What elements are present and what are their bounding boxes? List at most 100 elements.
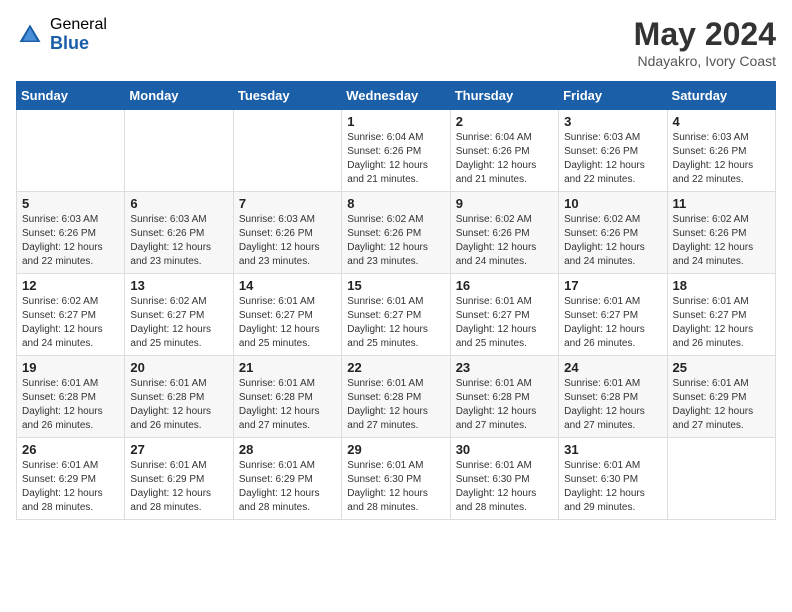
calendar-cell: 24 Sunrise: 6:01 AM Sunset: 6:28 PM Dayli…: [559, 356, 667, 438]
day-number: 11: [673, 196, 770, 211]
day-number: 22: [347, 360, 444, 375]
weekday-header: Tuesday: [233, 82, 341, 110]
month-year: May 2024: [634, 16, 776, 53]
day-info: Sunrise: 6:01 AM Sunset: 6:28 PM Dayligh…: [239, 377, 336, 433]
calendar-week-row: 26Sunrise: 6:01 AM Sunset: 6:29 PM Dayli…: [17, 438, 776, 520]
calendar-cell: 17Sunrise: 6:01 AM Sunset: 6:27 PM Dayli…: [559, 274, 667, 356]
day-info: Sunrise: 6:01 AM Sunset: 6:28 PM Dayligh…: [22, 377, 119, 433]
day-number: 20: [130, 360, 227, 375]
day-info: Sunrise: 6:02 AM Sunset: 6:26 PM Dayligh…: [673, 213, 770, 269]
calendar-cell: 15Sunrise: 6:01 AM Sunset: 6:27 PM Dayli…: [342, 274, 450, 356]
day-info: Sunrise: 6:01 AM Sunset: 6:30 PM Dayligh…: [564, 459, 661, 515]
weekday-header: Friday: [559, 82, 667, 110]
calendar-cell: 2 Sunrise: 6:04 AM Sunset: 6:26 PM Daylig…: [450, 110, 558, 192]
day-number: 19: [22, 360, 119, 375]
day-info: Sunrise: 6:01 AM Sunset: 6:30 PM Dayligh…: [347, 459, 444, 515]
day-number: 4: [673, 114, 770, 129]
day-number: 28: [239, 442, 336, 457]
calendar-cell: 28 Sunrise: 6:01 AM Sunset: 6:29 PM Dayli…: [233, 438, 341, 520]
calendar-cell: 29 Sunrise: 6:01 AM Sunset: 6:30 PM Dayli…: [342, 438, 450, 520]
day-number: 17: [564, 278, 661, 293]
calendar-cell: 14 Sunrise: 6:01 AM Sunset: 6:27 PM Dayli…: [233, 274, 341, 356]
day-info: Sunrise: 6:02 AM Sunset: 6:26 PM Dayligh…: [456, 213, 553, 269]
day-info: Sunrise: 6:02 AM Sunset: 6:26 PM Dayligh…: [564, 213, 661, 269]
calendar-cell: 6 Sunrise: 6:03 AM Sunset: 6:26 PM Daylig…: [125, 192, 233, 274]
calendar-cell: 8Sunrise: 6:02 AM Sunset: 6:26 PM Daylig…: [342, 192, 450, 274]
weekday-header: Thursday: [450, 82, 558, 110]
day-number: 6: [130, 196, 227, 211]
calendar-cell: 23Sunrise: 6:01 AM Sunset: 6:28 PM Dayli…: [450, 356, 558, 438]
calendar-cell: 31 Sunrise: 6:01 AM Sunset: 6:30 PM Dayli…: [559, 438, 667, 520]
weekday-header: Monday: [125, 82, 233, 110]
day-info: Sunrise: 6:03 AM Sunset: 6:26 PM Dayligh…: [130, 213, 227, 269]
title-section: May 2024 Ndayakro, Ivory Coast: [634, 16, 776, 69]
day-info: Sunrise: 6:01 AM Sunset: 6:27 PM Dayligh…: [347, 295, 444, 351]
day-info: Sunrise: 6:04 AM Sunset: 6:26 PM Dayligh…: [456, 131, 553, 187]
day-info: Sunrise: 6:01 AM Sunset: 6:29 PM Dayligh…: [673, 377, 770, 433]
day-info: Sunrise: 6:03 AM Sunset: 6:26 PM Dayligh…: [22, 213, 119, 269]
day-number: 24: [564, 360, 661, 375]
calendar-cell: 13 Sunrise: 6:02 AM Sunset: 6:27 PM Dayli…: [125, 274, 233, 356]
day-info: Sunrise: 6:01 AM Sunset: 6:30 PM Dayligh…: [456, 459, 553, 515]
calendar-cell: 25 Sunrise: 6:01 AM Sunset: 6:29 PM Dayli…: [667, 356, 775, 438]
day-number: 25: [673, 360, 770, 375]
calendar-cell: 18 Sunrise: 6:01 AM Sunset: 6:27 PM Dayli…: [667, 274, 775, 356]
day-number: 23: [456, 360, 553, 375]
calendar-cell: 21 Sunrise: 6:01 AM Sunset: 6:28 PM Dayli…: [233, 356, 341, 438]
logo-general: General: [50, 16, 107, 34]
weekday-header: Wednesday: [342, 82, 450, 110]
page-header: General Blue May 2024 Ndayakro, Ivory Co…: [16, 16, 776, 69]
day-number: 14: [239, 278, 336, 293]
day-info: Sunrise: 6:01 AM Sunset: 6:29 PM Dayligh…: [130, 459, 227, 515]
weekday-header: Sunday: [17, 82, 125, 110]
day-number: 30: [456, 442, 553, 457]
calendar-cell: [667, 438, 775, 520]
calendar-cell: 20 Sunrise: 6:01 AM Sunset: 6:28 PM Dayli…: [125, 356, 233, 438]
day-number: 10: [564, 196, 661, 211]
day-number: 2: [456, 114, 553, 129]
day-info: Sunrise: 6:01 AM Sunset: 6:29 PM Dayligh…: [239, 459, 336, 515]
calendar-week-row: 5Sunrise: 6:03 AM Sunset: 6:26 PM Daylig…: [17, 192, 776, 274]
day-number: 1: [347, 114, 444, 129]
day-number: 29: [347, 442, 444, 457]
calendar-cell: 26Sunrise: 6:01 AM Sunset: 6:29 PM Dayli…: [17, 438, 125, 520]
day-info: Sunrise: 6:01 AM Sunset: 6:28 PM Dayligh…: [130, 377, 227, 433]
day-info: Sunrise: 6:01 AM Sunset: 6:27 PM Dayligh…: [239, 295, 336, 351]
day-number: 7: [239, 196, 336, 211]
day-number: 12: [22, 278, 119, 293]
calendar-cell: 10 Sunrise: 6:02 AM Sunset: 6:26 PM Dayli…: [559, 192, 667, 274]
day-info: Sunrise: 6:01 AM Sunset: 6:29 PM Dayligh…: [22, 459, 119, 515]
calendar-cell: [125, 110, 233, 192]
location: Ndayakro, Ivory Coast: [634, 53, 776, 69]
day-number: 18: [673, 278, 770, 293]
day-info: Sunrise: 6:02 AM Sunset: 6:26 PM Dayligh…: [347, 213, 444, 269]
calendar-cell: 11 Sunrise: 6:02 AM Sunset: 6:26 PM Dayli…: [667, 192, 775, 274]
weekday-header-row: SundayMondayTuesdayWednesdayThursdayFrid…: [17, 82, 776, 110]
calendar-cell: 19 Sunrise: 6:01 AM Sunset: 6:28 PM Dayli…: [17, 356, 125, 438]
day-number: 21: [239, 360, 336, 375]
logo: General Blue: [16, 16, 107, 53]
calendar-table: SundayMondayTuesdayWednesdayThursdayFrid…: [16, 81, 776, 520]
calendar-cell: 16 Sunrise: 6:01 AM Sunset: 6:27 PM Dayli…: [450, 274, 558, 356]
calendar-week-row: 1 Sunrise: 6:04 AM Sunset: 6:26 PM Daylig…: [17, 110, 776, 192]
calendar-cell: 4Sunrise: 6:03 AM Sunset: 6:26 PM Daylig…: [667, 110, 775, 192]
calendar-week-row: 12 Sunrise: 6:02 AM Sunset: 6:27 PM Dayli…: [17, 274, 776, 356]
calendar-cell: 9Sunrise: 6:02 AM Sunset: 6:26 PM Daylig…: [450, 192, 558, 274]
weekday-header: Saturday: [667, 82, 775, 110]
day-info: Sunrise: 6:04 AM Sunset: 6:26 PM Dayligh…: [347, 131, 444, 187]
calendar-cell: 27 Sunrise: 6:01 AM Sunset: 6:29 PM Dayli…: [125, 438, 233, 520]
day-number: 3: [564, 114, 661, 129]
day-number: 16: [456, 278, 553, 293]
day-info: Sunrise: 6:01 AM Sunset: 6:27 PM Dayligh…: [673, 295, 770, 351]
logo-text: General Blue: [50, 16, 107, 53]
day-number: 31: [564, 442, 661, 457]
day-info: Sunrise: 6:01 AM Sunset: 6:28 PM Dayligh…: [564, 377, 661, 433]
day-info: Sunrise: 6:02 AM Sunset: 6:27 PM Dayligh…: [130, 295, 227, 351]
day-info: Sunrise: 6:01 AM Sunset: 6:27 PM Dayligh…: [456, 295, 553, 351]
day-number: 13: [130, 278, 227, 293]
calendar-cell: 7Sunrise: 6:03 AM Sunset: 6:26 PM Daylig…: [233, 192, 341, 274]
day-number: 27: [130, 442, 227, 457]
calendar-cell: 22Sunrise: 6:01 AM Sunset: 6:28 PM Dayli…: [342, 356, 450, 438]
calendar-cell: [233, 110, 341, 192]
logo-blue: Blue: [50, 34, 107, 54]
